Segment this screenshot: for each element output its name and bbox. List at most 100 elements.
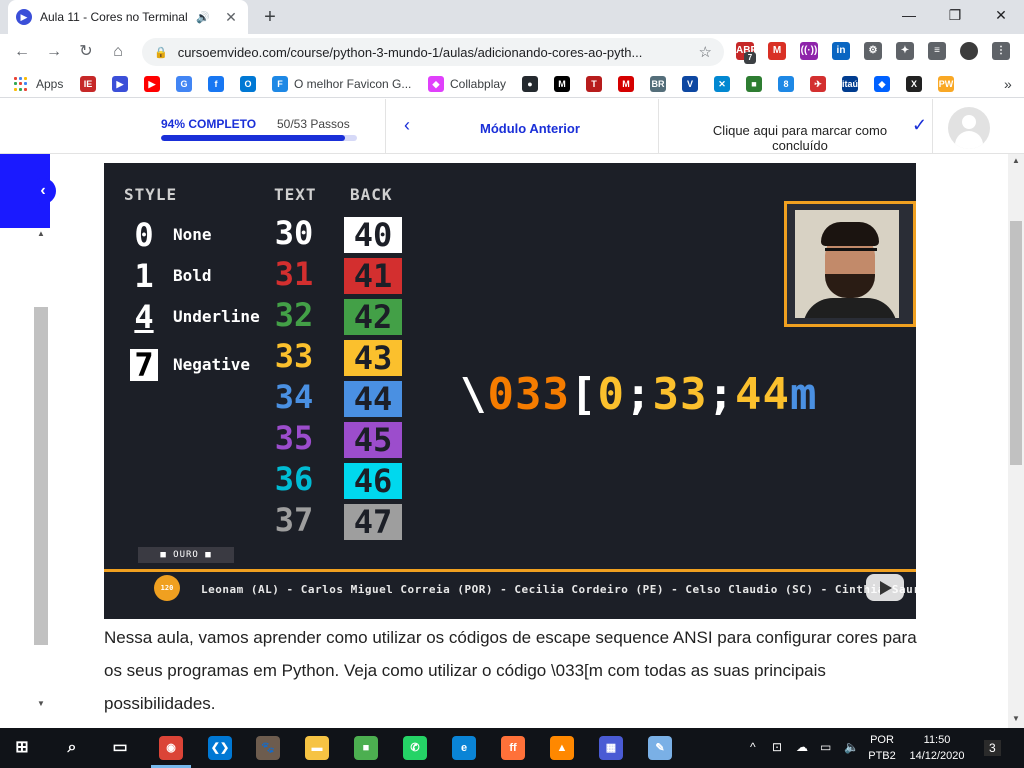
bookmark-apps[interactable]: Apps bbox=[14, 75, 63, 93]
bookmark-pw[interactable]: PW bbox=[938, 75, 960, 93]
tam-icon: T bbox=[586, 76, 602, 92]
bookmark-dropbox[interactable]: ◆ bbox=[874, 75, 896, 93]
bookmark-label: Collabplay bbox=[450, 77, 507, 91]
bookmark-iesb[interactable]: IE bbox=[80, 75, 102, 93]
bookmarks-overflow[interactable]: » bbox=[1004, 75, 1012, 93]
pw-icon: PW bbox=[938, 76, 954, 92]
tab-active[interactable]: ▶ Aula 11 - Cores no Terminal 🔊 ✕ bbox=[8, 0, 248, 34]
scroll-up-arrow[interactable]: ▲ bbox=[34, 229, 48, 238]
whatsapp-icon[interactable]: ✆ bbox=[403, 736, 427, 760]
tab-strip: ▶ Aula 11 - Cores no Terminal 🔊 ✕ + — ❐ … bbox=[0, 0, 1024, 34]
media-queue-icon[interactable]: ≡ bbox=[928, 42, 946, 60]
lock-icon[interactable]: 🔒 bbox=[154, 46, 168, 59]
calculator-icon[interactable]: ▦ bbox=[599, 736, 623, 760]
sidebar-scrollbar[interactable]: ▲ ▼ bbox=[34, 229, 48, 709]
minimize-button[interactable]: — bbox=[886, 0, 932, 30]
gimp-icon[interactable]: 🐾 bbox=[256, 736, 280, 760]
vscode-icon[interactable]: ❮❯ bbox=[208, 736, 232, 760]
onedrive-icon[interactable]: ☁ bbox=[796, 740, 808, 754]
file-explorer-icon[interactable]: ▬ bbox=[305, 736, 329, 760]
bookmark-eight[interactable]: 8 bbox=[778, 75, 800, 93]
new-tab-button[interactable]: + bbox=[258, 5, 282, 29]
settings-gear-icon[interactable]: ⚙ bbox=[864, 42, 882, 60]
close-tab-icon[interactable]: ✕ bbox=[222, 9, 240, 26]
vlc-icon[interactable]: ▲ bbox=[550, 736, 574, 760]
network-icon[interactable]: ▭ bbox=[820, 740, 831, 754]
bookmark-x-app[interactable]: ✕ bbox=[714, 75, 736, 93]
bookmark-youtube[interactable]: ▶ bbox=[144, 75, 166, 93]
ouro-badge: ■ OURO ■ bbox=[138, 547, 234, 563]
bookmark-br[interactable]: BR bbox=[650, 75, 672, 93]
bookmark-xtool[interactable]: X bbox=[906, 75, 928, 93]
scroll-down-arrow[interactable]: ▼ bbox=[1008, 714, 1024, 723]
vto-icon: V bbox=[682, 76, 698, 92]
restore-button[interactable]: ❐ bbox=[932, 0, 978, 30]
medal-icon: 120 bbox=[154, 575, 180, 601]
scrollbar-thumb[interactable] bbox=[1010, 221, 1022, 465]
bookmark-favicon-generator[interactable]: F O melhor Favicon G... bbox=[272, 75, 411, 93]
play-icon[interactable] bbox=[866, 574, 904, 601]
notifications-icon[interactable]: 3 bbox=[984, 740, 1001, 756]
back-header: BACK bbox=[350, 185, 393, 204]
bookmark-google[interactable]: G bbox=[176, 75, 198, 93]
chevron-left-icon[interactable]: ‹ bbox=[30, 178, 56, 204]
bookmark-outlook[interactable]: O bbox=[240, 75, 262, 93]
address-bar[interactable]: 🔒 cursoemvideo.com/course/python-3-mundo… bbox=[142, 38, 724, 66]
search-icon[interactable]: ⌕ bbox=[60, 736, 84, 760]
task-view-icon[interactable]: ▭ bbox=[108, 736, 132, 760]
linkedin-icon[interactable]: in bbox=[832, 42, 850, 60]
bookmark-collabplay[interactable]: ◆ Collabplay bbox=[428, 75, 506, 93]
video-player[interactable]: STYLE TEXT BACK \033[0;33;44m ■ OURO ■ 1… bbox=[104, 163, 916, 619]
firefox-icon[interactable]: ff bbox=[501, 736, 525, 760]
bookmark-medium[interactable]: M bbox=[554, 75, 576, 93]
bookmark-mega[interactable]: M bbox=[618, 75, 640, 93]
bookmark-label: O melhor Favicon G... bbox=[294, 77, 412, 91]
windows-start-icon[interactable]: ⊞ bbox=[10, 736, 34, 760]
bookmark-flag[interactable]: ■ bbox=[746, 75, 768, 93]
forward-arrow-icon[interactable]: → bbox=[42, 40, 66, 64]
sidebar-toggle[interactable]: ‹ bbox=[0, 154, 56, 228]
bookmark-facebook[interactable]: f bbox=[208, 75, 230, 93]
home-icon[interactable]: ⌂ bbox=[106, 40, 130, 64]
chevron-left-icon[interactable]: ‹ bbox=[404, 115, 410, 136]
mark-complete-button[interactable]: Clique aqui para marcar como concluído bbox=[690, 123, 910, 151]
gmail-icon[interactable]: M bbox=[768, 42, 786, 60]
bookmark-github[interactable]: ● bbox=[522, 75, 544, 93]
bookmark-star-icon[interactable]: ☆ bbox=[699, 43, 712, 61]
escape-sequence-part: 44 bbox=[734, 369, 790, 420]
previous-module-link[interactable]: Módulo Anterior bbox=[480, 121, 580, 136]
paint-icon[interactable]: ✎ bbox=[648, 736, 672, 760]
bookmark-vto[interactable]: V bbox=[682, 75, 704, 93]
chrome-icon[interactable]: ◉ bbox=[159, 736, 183, 760]
medium-icon: M bbox=[554, 76, 570, 92]
adblock-badge: 7 bbox=[744, 52, 756, 64]
bookmark-tam[interactable]: T bbox=[586, 75, 608, 93]
text-color-code: 36 bbox=[274, 460, 314, 498]
extensions-puzzle-icon[interactable]: ✦ bbox=[896, 42, 914, 60]
cube-app-icon[interactable]: ■ bbox=[354, 736, 378, 760]
url-text[interactable]: cursoemvideo.com/course/python-3-mundo-1… bbox=[178, 45, 691, 60]
volume-icon[interactable]: 🔈 bbox=[844, 740, 859, 754]
edge-icon[interactable]: e bbox=[452, 736, 476, 760]
chevron-up-icon[interactable]: ^ bbox=[750, 740, 756, 754]
system-clock[interactable]: 11:50 14/12/2020 bbox=[892, 732, 982, 764]
meet-now-icon[interactable]: ⊡ bbox=[772, 740, 782, 754]
kebab-menu-icon[interactable]: ⋮ bbox=[992, 42, 1010, 60]
speaker-icon[interactable]: 🔊 bbox=[196, 11, 210, 24]
bookmark-plane[interactable]: ✈ bbox=[810, 75, 832, 93]
user-avatar[interactable] bbox=[948, 107, 990, 149]
reload-icon[interactable]: ↻ bbox=[74, 40, 98, 64]
scroll-down-arrow[interactable]: ▼ bbox=[34, 699, 48, 708]
divider bbox=[385, 99, 386, 154]
check-icon[interactable]: ✓ bbox=[912, 115, 927, 136]
dropbox-icon: ◆ bbox=[874, 76, 890, 92]
profile-avatar-icon[interactable] bbox=[960, 42, 978, 60]
scrollbar-thumb[interactable] bbox=[34, 307, 48, 645]
back-arrow-icon[interactable]: ← bbox=[10, 40, 34, 64]
page-scrollbar[interactable]: ▲ ▼ bbox=[1008, 154, 1024, 728]
bookmark-cev[interactable]: ▶ bbox=[112, 75, 134, 93]
podcast-icon[interactable]: ((·)) bbox=[800, 42, 818, 60]
close-window-button[interactable]: ✕ bbox=[978, 0, 1024, 30]
scroll-up-arrow[interactable]: ▲ bbox=[1008, 156, 1024, 165]
bookmark-itau[interactable]: itaú bbox=[842, 75, 864, 93]
